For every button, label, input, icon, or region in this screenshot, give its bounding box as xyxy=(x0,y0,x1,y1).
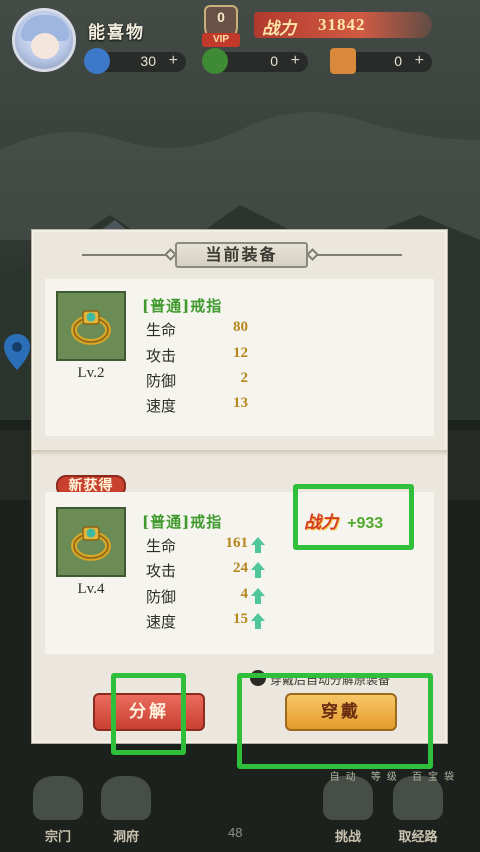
new-stat-def-value: 4 xyxy=(240,586,249,602)
combat-power-banner: 战力 31842 xyxy=(254,12,432,39)
ring-icon xyxy=(71,526,111,561)
highlight-equip-box xyxy=(237,673,433,769)
current-stat-def-value: 2 xyxy=(240,370,249,386)
current-stat-def-label: 防御 xyxy=(146,372,177,390)
current-stat-spd-label: 速度 xyxy=(146,397,177,415)
current-item-name: [普通]戒指 xyxy=(142,297,223,315)
ring-icon xyxy=(71,310,111,345)
sect-icon xyxy=(33,776,83,820)
add-jade-icon[interactable]: + xyxy=(291,52,300,70)
resource-crystal[interactable]: 30 + xyxy=(84,48,186,74)
new-stat-hp-value: 161 xyxy=(225,535,249,551)
new-item-name: [普通]戒指 xyxy=(142,513,223,531)
player-name: 能喜物 xyxy=(88,23,145,43)
current-stat-atk-value: 12 xyxy=(233,345,248,361)
new-stat-hp-label: 生命 xyxy=(146,537,177,555)
vip-badge[interactable]: 0 VIP xyxy=(202,5,240,47)
resource-scroll-value: 0 xyxy=(394,53,402,69)
nav-cave-label: 洞府 xyxy=(112,830,139,845)
blue-crystal-icon xyxy=(84,48,110,74)
current-level: Lv.2 xyxy=(77,365,105,381)
new-stat-spd-label: 速度 xyxy=(146,613,177,631)
stage-number: 48 xyxy=(228,825,243,840)
map-pin-icon[interactable] xyxy=(2,332,32,372)
nav-sect-label: 宗门 xyxy=(44,830,71,845)
resource-crystal-value: 30 xyxy=(140,53,156,69)
current-stat-spd-value: 13 xyxy=(233,395,248,411)
highlight-power-box xyxy=(293,484,414,550)
current-stat-atk-label: 攻击 xyxy=(146,347,177,365)
highlight-decompose-box xyxy=(111,673,186,755)
new-stat-spd-value: 15 xyxy=(233,611,248,627)
section-divider xyxy=(32,450,447,456)
stat-up-arrow-icon xyxy=(251,562,265,578)
new-stat-atk-value: 24 xyxy=(233,560,248,576)
vip-level: 0 xyxy=(217,9,225,25)
add-crystal-icon[interactable]: + xyxy=(169,52,178,70)
vip-tag: VIP xyxy=(202,33,240,47)
new-level: Lv.4 xyxy=(77,581,105,597)
player-avatar[interactable] xyxy=(12,8,76,72)
current-ring-slot[interactable] xyxy=(56,291,126,361)
nav-journey[interactable]: 取经路 xyxy=(388,776,448,846)
new-stat-atk-label: 攻击 xyxy=(146,562,177,580)
nav-challenge[interactable]: 挑战 xyxy=(318,776,378,846)
current-stat-hp-value: 80 xyxy=(233,319,248,335)
stat-up-arrow-icon xyxy=(251,613,265,629)
nav-journey-label: 取经路 xyxy=(398,830,438,845)
resource-scroll[interactable]: 0 + xyxy=(330,48,432,74)
dialog-title: 当前装备 xyxy=(175,242,308,268)
add-scroll-icon[interactable]: + xyxy=(415,52,424,70)
dialog-header: 当前装备 xyxy=(32,240,447,270)
stat-up-arrow-icon xyxy=(251,537,265,553)
current-stat-hp-label: 生命 xyxy=(146,321,177,339)
resource-jade[interactable]: 0 + xyxy=(202,48,308,74)
nav-cave[interactable]: 洞府 xyxy=(96,776,156,846)
new-ring-slot[interactable] xyxy=(56,507,126,577)
cave-icon xyxy=(101,776,151,820)
resource-jade-value: 0 xyxy=(270,53,278,69)
stat-up-arrow-icon xyxy=(251,588,265,604)
green-jade-icon xyxy=(202,48,228,74)
new-stat-def-label: 防御 xyxy=(146,588,177,606)
combat-power-value: 31842 xyxy=(318,15,366,34)
combat-power-label: 战力 xyxy=(262,19,296,39)
side-tabs: 自动 等级 百宝袋 xyxy=(329,772,460,783)
nav-sect[interactable]: 宗门 xyxy=(28,776,88,846)
scroll-icon xyxy=(330,48,356,74)
nav-challenge-label: 挑战 xyxy=(334,830,361,845)
current-equipment-card: Lv.2 [普通]戒指 生命 80 攻击 12 防御 2 速度 13 xyxy=(45,279,434,436)
